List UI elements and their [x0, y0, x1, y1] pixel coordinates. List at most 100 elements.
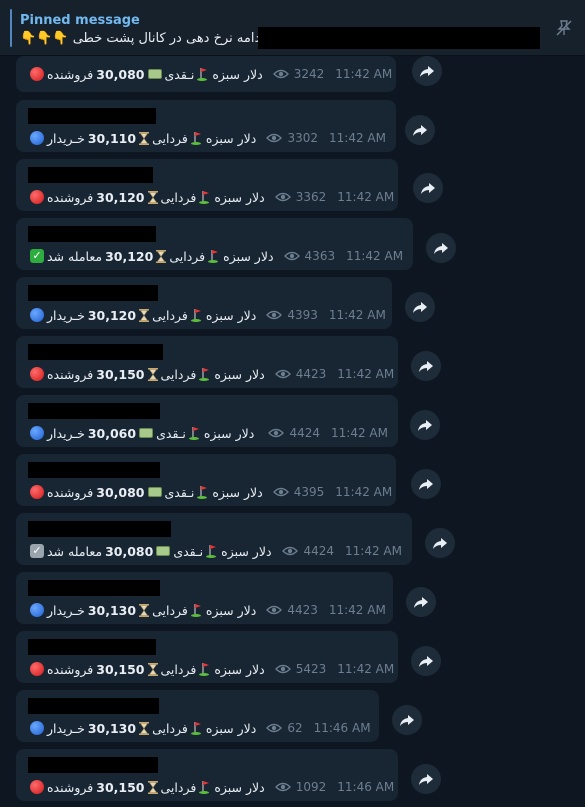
cash-icon: [156, 546, 171, 556]
views-count: 4393: [287, 308, 318, 322]
hourglass-icon: [156, 249, 167, 263]
message-text: دلار سبزه فردایی 30,120 خـریدار: [30, 308, 256, 323]
message-bubble[interactable]: دلار سبزه نـقدی 30,060 خـریدار 4424 11:42 …: [16, 395, 398, 447]
message-meta: 62 11:46 AM: [256, 721, 371, 735]
golf-flag-icon: [199, 663, 210, 676]
forward-button[interactable]: [411, 764, 441, 794]
item-name: دلار سبزه: [214, 366, 265, 382]
forward-arrow-icon: [414, 597, 428, 608]
item-name: دلار سبزه: [212, 484, 263, 500]
forward-arrow-icon: [419, 479, 433, 490]
item-name: دلار سبزه: [203, 425, 255, 441]
forward-button[interactable]: [410, 410, 440, 440]
message-meta: 1092 11:46 AM: [265, 780, 394, 794]
forward-button[interactable]: [405, 292, 435, 322]
golf-flag-icon: [190, 604, 201, 617]
forward-button[interactable]: [411, 646, 441, 676]
status-text: معامله شد: [47, 248, 103, 264]
price: 30,080: [96, 484, 145, 500]
redacted-block: [28, 285, 158, 301]
status-text: فروشنده: [47, 484, 94, 500]
views-icon: [266, 310, 283, 320]
item-name: دلار سبزه: [214, 661, 265, 677]
forward-button[interactable]: [426, 233, 456, 263]
forward-arrow-icon: [413, 125, 427, 136]
pinned-message-bar[interactable]: Pinned message ادامه نرخ دهی در کانال پش…: [0, 0, 585, 56]
blue-circle-icon: [30, 131, 44, 145]
item-name: دلار سبزه: [221, 543, 272, 559]
item-name: دلار سبزه: [214, 779, 265, 795]
message-bubble[interactable]: دلار سبزه فردایی 30,150 فروشنده 5423 11:42…: [16, 631, 398, 683]
message-bubble[interactable]: دلار سبزه نـقدی 30,080 فروشنده 3242 11:42 …: [16, 56, 396, 92]
golf-flag-icon: [199, 368, 210, 381]
redacted-block: [28, 462, 160, 478]
views-icon: [282, 546, 299, 556]
item-name: دلار سبزه: [205, 307, 257, 323]
price: 30,150: [96, 366, 145, 382]
forward-button[interactable]: [412, 56, 442, 86]
views-count: 5423: [295, 662, 327, 676]
golf-flag-icon: [190, 132, 201, 145]
item-name: دلار سبزه: [223, 248, 274, 264]
message-time: 11:42 AM: [335, 485, 393, 499]
redacted-block: [28, 521, 171, 537]
forward-button[interactable]: [425, 528, 455, 558]
forward-button[interactable]: [411, 351, 441, 381]
status-text: فروشنده: [47, 366, 94, 382]
message-bubble[interactable]: دلار سبزه فردایی 30,130 خـریدار 62 11:46 A…: [16, 690, 379, 742]
message-bubble[interactable]: دلار سبزه فردایی 30,120 فروشنده 3362 11:42…: [16, 159, 398, 211]
golf-flag-icon: [206, 545, 217, 558]
message-bubble[interactable]: دلار سبزه فردایی 30,150 فروشنده 4423 11:42…: [16, 336, 398, 388]
message-time: 11:42 AM: [337, 662, 395, 676]
views-count: 4424: [303, 544, 335, 558]
forward-arrow-icon: [418, 420, 432, 431]
message-text: دلار سبزه نـقدی 30,060 خـریدار: [30, 426, 254, 441]
message-time: 11:42 AM: [346, 249, 404, 263]
trade-kind: نـقدی: [164, 66, 195, 82]
status-text: خـریدار: [47, 130, 85, 146]
status-text: خـریدار: [47, 602, 85, 618]
trade-kind: فردایی: [160, 779, 197, 795]
message-bubble[interactable]: دلار سبزه فردایی 30,120 معامله شد ✓ 4363 11…: [16, 218, 413, 270]
pinned-text: ادامه نرخ دهی در کانال پشت خطی 👇👇👇: [20, 31, 264, 46]
message-bubble[interactable]: دلار سبزه فردایی 30,110 خـریدار 3302 11:42…: [16, 100, 396, 152]
views-icon: [272, 487, 289, 497]
message-meta: 3302 11:42 AM: [256, 131, 386, 145]
forward-button[interactable]: [392, 705, 422, 735]
message-bubble[interactable]: دلار سبزه فردایی 30,130 خـریدار 4423 11:42…: [16, 572, 393, 624]
golf-flag-icon: [190, 722, 201, 735]
message-bubble[interactable]: دلار سبزه نـقدی 30,080 معامله شد ✓ 4424 11:…: [16, 513, 412, 565]
views-icon: [266, 723, 283, 733]
forward-button[interactable]: [411, 469, 441, 499]
message-meta: 4423 11:42 AM: [265, 367, 395, 381]
item-name: دلار سبزه: [212, 66, 263, 82]
forward-button[interactable]: [413, 173, 443, 203]
unpin-icon[interactable]: [554, 18, 574, 38]
price: 30,080: [105, 543, 154, 559]
redacted-block: [28, 108, 156, 124]
golf-flag-icon: [199, 781, 210, 794]
message-bubble[interactable]: دلار سبزه فردایی 30,120 خـریدار 4393 11:42…: [16, 277, 392, 329]
message-time: 11:42 AM: [337, 367, 395, 381]
redacted-block: [28, 403, 160, 419]
forward-button[interactable]: [406, 587, 436, 617]
redacted-block: [28, 757, 158, 773]
redacted-block: [28, 698, 159, 714]
hourglass-icon: [147, 780, 158, 794]
forward-button[interactable]: [405, 115, 435, 145]
golf-flag-icon: [188, 427, 199, 440]
message-time: 11:42 AM: [328, 308, 386, 322]
message-bubble[interactable]: دلار سبزه فردایی 30,150 فروشنده 1092 11:46…: [16, 749, 398, 801]
views-count: 4423: [287, 603, 318, 617]
status-text: فروشنده: [47, 779, 94, 795]
item-name: دلار سبزه: [214, 189, 265, 205]
message-time: 11:42 AM: [329, 131, 386, 145]
message-meta: 3362 11:42 AM: [265, 190, 394, 204]
forward-arrow-icon: [421, 183, 435, 194]
message-meta: 3242 11:42 AM: [263, 67, 392, 81]
pinned-accent-bar: [10, 9, 12, 47]
item-name: دلار سبزه: [205, 130, 257, 146]
price: 30,150: [96, 661, 145, 677]
message-bubble[interactable]: دلار سبزه نـقدی 30,080 فروشنده 4395 11:42 …: [16, 454, 396, 506]
hourglass-icon: [147, 367, 158, 381]
